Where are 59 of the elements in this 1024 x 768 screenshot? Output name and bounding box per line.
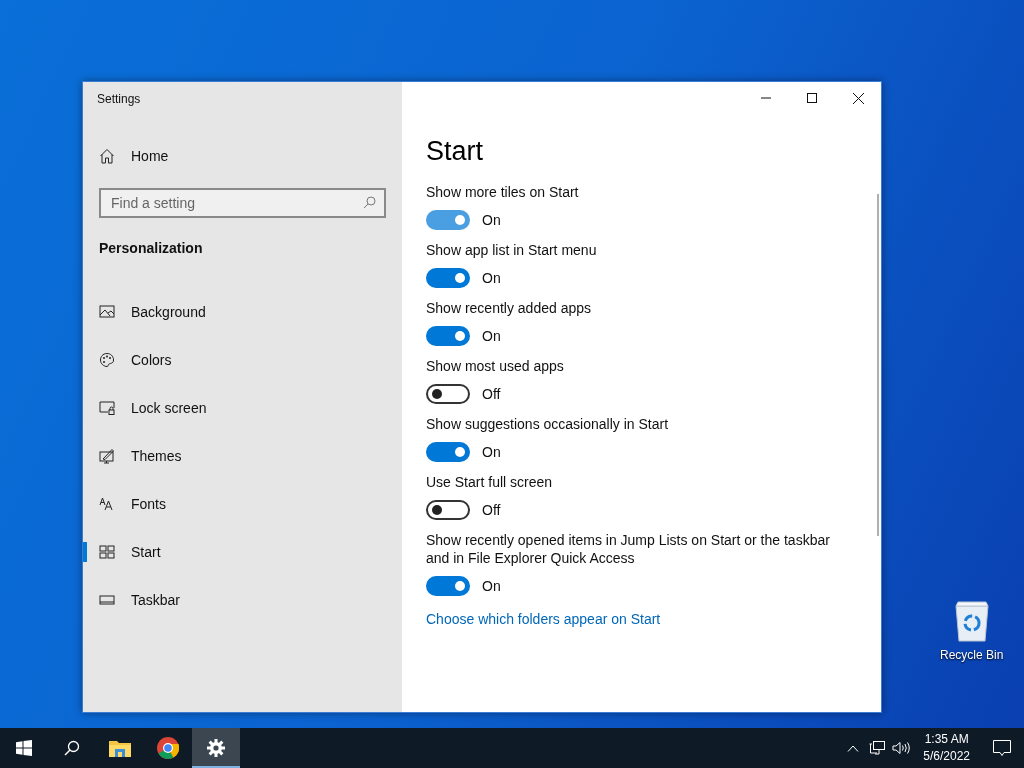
scrollbar[interactable]	[877, 194, 879, 536]
toggle-switch[interactable]	[426, 326, 470, 346]
taskbar-button[interactable]	[192, 728, 240, 768]
sidebar-item[interactable]: Taskbar	[83, 576, 386, 624]
toggle-state: On	[482, 444, 501, 460]
volume-icon[interactable]	[892, 741, 911, 755]
toggle-switch[interactable]	[426, 210, 470, 230]
setting-label: Show recently added apps	[426, 299, 592, 317]
search-icon	[363, 196, 376, 209]
close-icon	[852, 92, 864, 104]
search-field[interactable]: Find a setting	[99, 188, 386, 218]
setting-label: Use Start full screen	[426, 473, 554, 491]
setting-label: Show more tiles on Start	[426, 183, 580, 201]
home-icon	[99, 148, 115, 164]
recycle-bin-icon[interactable]	[953, 600, 990, 642]
search-icon	[64, 740, 80, 756]
notification-icon[interactable]	[993, 739, 1011, 757]
palette-icon	[99, 352, 115, 368]
section-heading: Personalization	[99, 240, 204, 256]
sidebar-item[interactable]: Fonts	[83, 480, 386, 528]
setting-label: Show most used apps	[426, 357, 565, 375]
setting-label: Show suggestions occasionally in Start	[426, 415, 670, 433]
windows-icon	[16, 740, 32, 756]
toggle-switch[interactable]	[426, 442, 470, 462]
folders-link[interactable]: Choose which folders appear on Start	[426, 611, 881, 627]
window-title: Settings	[97, 92, 142, 106]
network-icon[interactable]	[869, 741, 886, 755]
maximize-icon	[807, 93, 817, 103]
toggle-switch[interactable]	[426, 576, 470, 596]
settings-icon	[207, 739, 225, 757]
brush-icon	[99, 448, 115, 464]
browser-icon	[157, 737, 179, 759]
setting-label: Show recently opened items in Jump Lists on Start or the taskbar and in File Explorer Quick Access	[426, 531, 831, 567]
sidebar-item[interactable]: Start	[83, 528, 386, 576]
toggle-state: On	[482, 270, 501, 286]
page-title: Start	[426, 136, 485, 167]
toggle-state: On	[482, 328, 501, 344]
fonts-icon	[99, 496, 115, 512]
toggle-switch[interactable]	[426, 500, 470, 520]
home-link[interactable]: Home	[99, 144, 386, 168]
toggle-state: On	[482, 578, 501, 594]
toggle-state: Off	[482, 386, 501, 402]
desktop-icon-label: Recycle Bin	[940, 648, 1004, 662]
setting-label: Show app list in Start menu	[426, 241, 598, 259]
lock-screen-icon	[99, 400, 115, 416]
sidebar-item[interactable]: Themes	[83, 432, 386, 480]
sidebar-item[interactable]: Lock screen	[83, 384, 386, 432]
sidebar-item[interactable]: Background	[83, 288, 386, 336]
sidebar-item[interactable]: Colors	[83, 336, 386, 384]
toggle-switch[interactable]	[426, 384, 470, 404]
taskbar-icon	[99, 592, 115, 608]
toggle-state: On	[482, 212, 501, 228]
picture-icon	[99, 304, 115, 320]
folder-icon	[109, 739, 131, 757]
toggle-switch[interactable]	[426, 268, 470, 288]
chevron-up-icon[interactable]	[847, 744, 860, 752]
clock[interactable]: 1:35 AM 5/6/2022	[913, 731, 980, 765]
toggle-state: Off	[482, 502, 501, 518]
tiles-icon	[99, 544, 115, 560]
